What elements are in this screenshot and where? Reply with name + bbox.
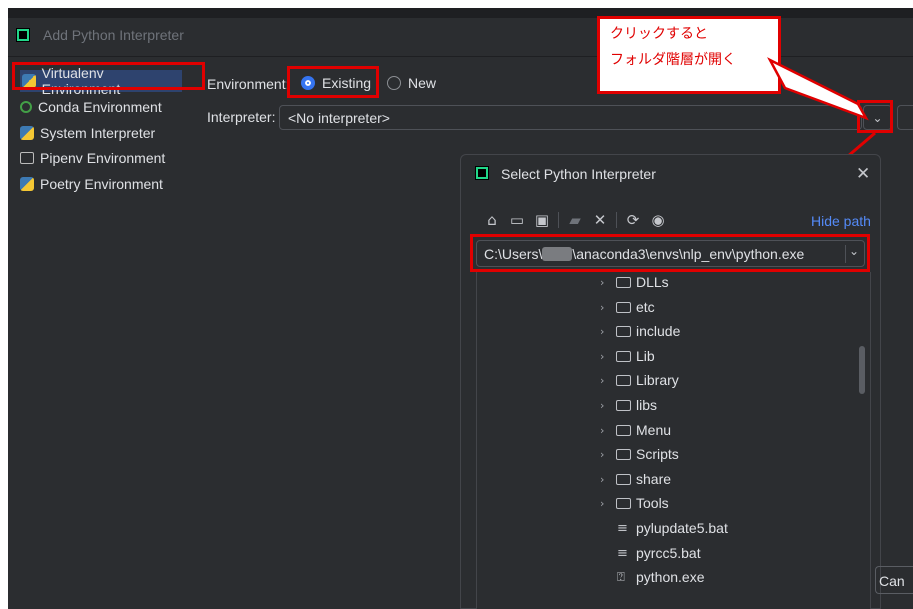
- folder-icon: [616, 399, 631, 411]
- cancel-button[interactable]: Can: [875, 566, 913, 594]
- chevron-right-icon: ›: [600, 324, 605, 338]
- folder-icon: [616, 497, 631, 509]
- refresh-icon[interactable]: ⟳: [624, 211, 642, 229]
- delete-icon[interactable]: ✕: [591, 211, 609, 229]
- tree-folder-row[interactable]: › Menu: [600, 419, 671, 441]
- folder-icon: [616, 325, 631, 337]
- chevron-right-icon: ›: [600, 275, 605, 289]
- chevron-right-icon: ›: [600, 398, 605, 412]
- tree-item-label: share: [636, 471, 672, 487]
- show-hidden-icon[interactable]: ◉: [649, 211, 667, 229]
- tree-folder-row[interactable]: › include: [600, 320, 680, 342]
- annotation-highlight-path: [470, 234, 870, 272]
- desktop-icon[interactable]: ▭: [508, 211, 526, 229]
- tree-file-row[interactable]: ≡ pylupdate5.bat: [600, 517, 728, 539]
- hide-path-link[interactable]: Hide path: [811, 213, 871, 229]
- home-icon[interactable]: ⌂: [483, 211, 501, 229]
- file-toolbar: ⌂ ▭ ▣ ▰ ✕ ⟳ ◉: [483, 211, 667, 229]
- toolbar-divider: [616, 212, 617, 228]
- cancel-label: Can: [879, 573, 905, 589]
- tree-folder-row[interactable]: › Lib: [600, 345, 655, 367]
- tree-file-row[interactable]: ⍰ python.exe: [600, 566, 705, 588]
- pycharm-logo-icon: [475, 166, 489, 180]
- tree-folder-row[interactable]: › Scripts: [600, 443, 679, 465]
- folder-icon: [616, 473, 631, 485]
- folder-icon: [616, 301, 631, 313]
- tree-folder-row[interactable]: › etc: [600, 296, 655, 318]
- tree-file-row[interactable]: ≡ pyrcc5.bat: [600, 542, 701, 564]
- folder-icon: [616, 448, 631, 460]
- folder-icon: [616, 276, 631, 288]
- tree-item-label: Menu: [636, 422, 672, 438]
- tree-folder-row[interactable]: › DLLs: [600, 271, 669, 293]
- tree-item-label: Scripts: [636, 446, 679, 462]
- dialog-title: Select Python Interpreter: [501, 166, 656, 182]
- tree-item-label: include: [636, 323, 681, 339]
- tree-folder-row[interactable]: › share: [600, 468, 671, 490]
- tree-item-label: python.exe: [636, 569, 705, 585]
- folder-icon: [616, 424, 631, 436]
- text-file-icon: ≡: [617, 520, 628, 536]
- chevron-right-icon: ›: [600, 373, 605, 387]
- folder-icon: [616, 374, 631, 386]
- tree-item-label: Lib: [636, 348, 655, 364]
- chevron-right-icon: ›: [600, 423, 605, 437]
- tree-folder-row[interactable]: › Tools: [600, 492, 669, 514]
- tree-folder-row[interactable]: › Library: [600, 369, 679, 391]
- toolbar-divider: [558, 212, 559, 228]
- new-folder-icon[interactable]: ▰: [566, 211, 584, 229]
- tree-item-label: pylupdate5.bat: [636, 520, 728, 536]
- tree-item-label: libs: [636, 397, 658, 413]
- project-folder-icon[interactable]: ▣: [533, 211, 551, 229]
- tree-item-label: Tools: [636, 495, 669, 511]
- executable-file-icon: ⍰: [617, 569, 625, 585]
- folder-icon: [616, 350, 631, 362]
- chevron-right-icon: ›: [600, 447, 605, 461]
- chevron-right-icon: ›: [600, 300, 605, 314]
- close-icon[interactable]: ✕: [856, 164, 870, 184]
- chevron-right-icon: ›: [600, 349, 605, 363]
- tree-item-label: pyrcc5.bat: [636, 545, 701, 561]
- text-file-icon: ≡: [617, 545, 628, 561]
- tree-scrollbar[interactable]: [859, 346, 865, 394]
- tree-folder-row[interactable]: › libs: [600, 394, 657, 416]
- chevron-right-icon: ›: [600, 472, 605, 486]
- chevron-right-icon: ›: [600, 496, 605, 510]
- tree-item-label: Library: [636, 372, 679, 388]
- tree-item-label: etc: [636, 299, 655, 315]
- callout-pointer: [767, 57, 869, 121]
- tree-item-label: DLLs: [636, 274, 669, 290]
